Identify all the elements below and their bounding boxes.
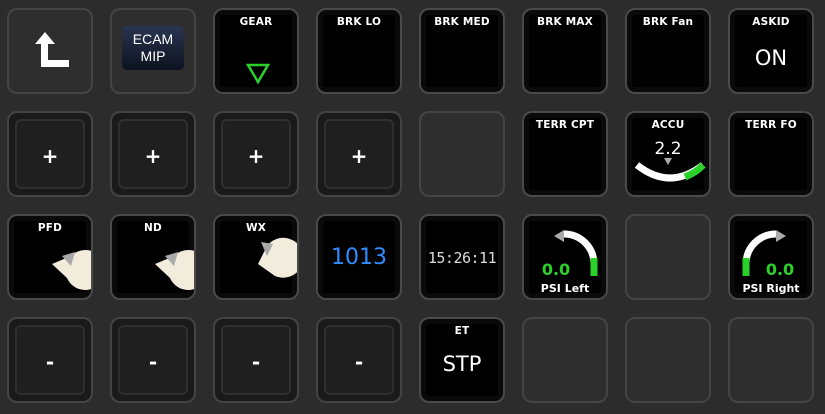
minus-label: - <box>354 350 364 374</box>
minus-button-3[interactable]: - <box>213 317 299 403</box>
askid-button[interactable]: ASKID ON <box>728 8 814 94</box>
minus-button-1[interactable]: - <box>7 317 93 403</box>
nd-button[interactable]: ND <box>110 214 196 300</box>
brk-lo-button[interactable]: BRK LO <box>316 8 402 94</box>
ecam-mip-button[interactable]: ECAM MIP <box>110 8 196 94</box>
up-left-arrow-icon <box>35 32 69 67</box>
empty-key[interactable] <box>728 317 814 403</box>
gear-button[interactable]: GEAR <box>213 8 299 94</box>
nd-pie-dial-icon <box>155 250 194 290</box>
brk-lo-label: BRK LO <box>336 16 382 28</box>
empty-key[interactable] <box>419 111 505 197</box>
empty-key[interactable] <box>625 317 711 403</box>
plus-label: + <box>144 144 162 168</box>
gear-down-triangle-icon <box>245 63 271 85</box>
psi-right-label: PSI Right <box>742 282 800 295</box>
empty-key[interactable] <box>625 214 711 300</box>
plus-button-2[interactable]: + <box>110 111 196 197</box>
terr-fo-label: TERR FO <box>745 119 797 131</box>
brk-max-label: BRK MAX <box>537 16 593 28</box>
psi-left-button[interactable]: 0.0 PSI Left <box>522 214 608 300</box>
plus-button-4[interactable]: + <box>316 111 402 197</box>
wx-button[interactable]: WX <box>213 214 299 300</box>
clock-value: 15:26:11 <box>427 249 497 267</box>
askid-label: ASKID <box>752 16 790 28</box>
psi-right-value: 0.0 <box>765 260 795 279</box>
et-label: ET <box>454 325 470 337</box>
ecam-label: ECAM <box>132 31 174 47</box>
et-state: STP <box>442 352 482 376</box>
pfd-button[interactable]: PFD <box>7 214 93 300</box>
terr-fo-button[interactable]: TERR FO <box>728 111 814 197</box>
wx-pie-dial-icon <box>258 237 297 278</box>
minus-button-4[interactable]: - <box>316 317 402 403</box>
plus-label: + <box>350 144 368 168</box>
psi-left-label: PSI Left <box>540 282 590 295</box>
plus-label: + <box>247 144 265 168</box>
minus-label: - <box>148 350 158 374</box>
minus-button-2[interactable]: - <box>110 317 196 403</box>
ecam-mip-badge: ECAM MIP <box>122 26 184 70</box>
stream-deck-grid: ECAM MIP GEAR BRK LO BRK MED BRK MAX BRK… <box>7 8 814 403</box>
terr-cpt-button[interactable]: TERR CPT <box>522 111 608 197</box>
plus-button-3[interactable]: + <box>213 111 299 197</box>
accu-button[interactable]: ACCU 2.2 <box>625 111 711 197</box>
psi-left-value: 0.0 <box>541 260 571 279</box>
minus-label: - <box>251 350 261 374</box>
clock-button[interactable]: 15:26:11 <box>419 214 505 300</box>
back-button[interactable] <box>7 8 93 94</box>
brk-med-label: BRK MED <box>434 16 490 28</box>
mip-label: MIP <box>140 48 166 64</box>
minus-label: - <box>45 350 55 374</box>
baro-value: 1013 <box>331 245 387 270</box>
brk-fan-button[interactable]: BRK Fan <box>625 8 711 94</box>
askid-state: ON <box>754 46 788 70</box>
brk-max-button[interactable]: BRK MAX <box>522 8 608 94</box>
terr-cpt-label: TERR CPT <box>535 119 595 131</box>
baro-button[interactable]: 1013 <box>316 214 402 300</box>
et-button[interactable]: ET STP <box>419 317 505 403</box>
pfd-pie-dial-icon <box>52 250 91 290</box>
accu-gauge-arc-icon <box>634 158 706 182</box>
plus-label: + <box>41 144 59 168</box>
brk-med-button[interactable]: BRK MED <box>419 8 505 94</box>
plus-button-1[interactable]: + <box>7 111 93 197</box>
brk-fan-label: BRK Fan <box>642 16 694 28</box>
empty-key[interactable] <box>522 317 608 403</box>
psi-right-button[interactable]: 0.0 PSI Right <box>728 214 814 300</box>
